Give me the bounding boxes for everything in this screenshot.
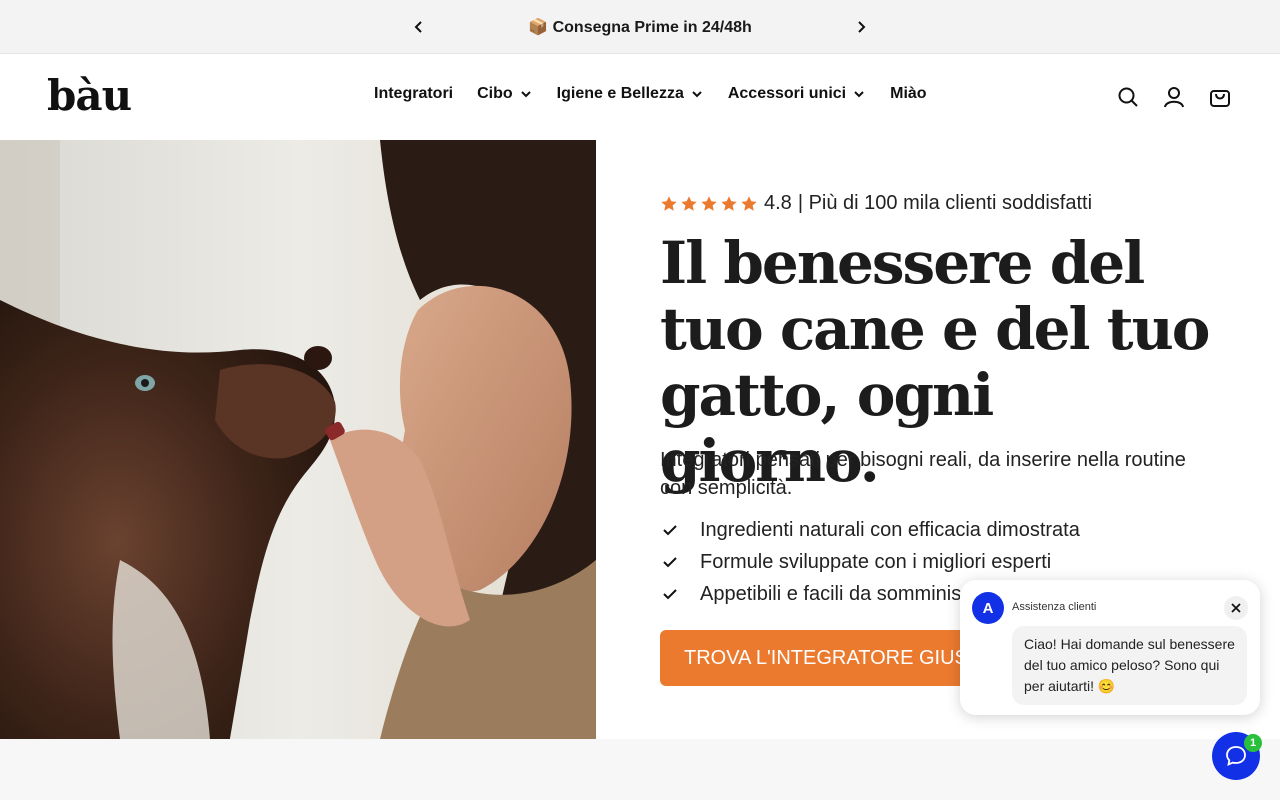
chevron-down-icon bbox=[854, 91, 864, 98]
avatar: A bbox=[972, 592, 1004, 624]
star-icon bbox=[701, 195, 717, 211]
star-icon bbox=[741, 195, 757, 211]
rating-row: 4.8 | Più di 100 mila clienti soddisfatt… bbox=[660, 192, 1092, 215]
nav-item-label: Miào bbox=[890, 85, 927, 102]
announcement-bar: 📦 Consegna Prime in 24/48h bbox=[0, 0, 1280, 54]
cart-icon[interactable] bbox=[1208, 85, 1232, 109]
notification-badge: 1 bbox=[1244, 734, 1262, 752]
nav-item-accessori-unici[interactable]: Accessori unici bbox=[728, 85, 866, 103]
chevron-down-icon bbox=[520, 91, 531, 98]
woman-with-dog-photo bbox=[0, 140, 596, 739]
chevron-left-icon[interactable] bbox=[406, 14, 432, 40]
chat-popup: A Assistenza clienti Ciao! Hai domande s… bbox=[960, 580, 1260, 715]
search-icon[interactable] bbox=[1116, 85, 1140, 109]
nav-item-label: Integratori bbox=[374, 85, 454, 102]
benefit-text: Ingredienti naturali con efficacia dimos… bbox=[700, 518, 1080, 541]
list-item: Ingredienti naturali con efficacia dimos… bbox=[660, 514, 1080, 546]
check-icon bbox=[663, 557, 677, 568]
chat-agent-name: Assistenza clienti bbox=[1012, 601, 1097, 613]
main-nav: Integratori Cibo Igiene e Bellezza Acces… bbox=[374, 85, 927, 103]
chevron-right-icon[interactable] bbox=[848, 14, 874, 40]
list-item: Formule sviluppate con i migliori espert… bbox=[660, 546, 1080, 578]
hero-image bbox=[0, 140, 596, 739]
announcement-message: 📦 Consegna Prime in 24/48h bbox=[528, 19, 752, 36]
chat-message[interactable]: Ciao! Hai domande sul benessere del tuo … bbox=[1012, 626, 1247, 705]
nav-item-integratori[interactable]: Integratori bbox=[374, 85, 453, 103]
benefit-text: Appetibili e facili da somministrare bbox=[700, 582, 1003, 605]
logo[interactable]: bàu bbox=[47, 72, 132, 120]
hero-subheadline: Integratori pensati per bisogni reali, d… bbox=[660, 449, 1186, 499]
nav-item-igiene-e-bellezza[interactable]: Igiene e Bellezza bbox=[557, 85, 704, 103]
benefit-text: Formule sviluppate con i migliori espert… bbox=[700, 550, 1052, 573]
nav-item-label: Igiene e Bellezza bbox=[556, 85, 684, 102]
chevron-down-icon bbox=[692, 91, 702, 98]
star-icon bbox=[681, 195, 697, 211]
rating-text: | Più di 100 mila clienti soddisfatti bbox=[797, 192, 1093, 214]
star-icon bbox=[721, 195, 737, 211]
site-header: bàu Integratori Cibo Igiene e Bellezza A… bbox=[0, 54, 1280, 140]
rating-stars bbox=[660, 195, 758, 213]
nav-item-label: Cibo bbox=[477, 85, 513, 102]
close-icon[interactable] bbox=[1224, 596, 1248, 620]
check-icon bbox=[663, 589, 677, 600]
nav-item-cibo[interactable]: Cibo bbox=[477, 85, 533, 103]
check-icon bbox=[663, 525, 677, 536]
next-section bbox=[0, 739, 1280, 800]
star-icon bbox=[661, 195, 677, 211]
account-icon[interactable] bbox=[1162, 85, 1186, 109]
nav-item-label: Accessori unici bbox=[727, 85, 847, 102]
nav-item-miao[interactable]: Miào bbox=[890, 85, 926, 103]
header-actions bbox=[1116, 85, 1232, 109]
rating-value: 4.8 bbox=[764, 192, 792, 214]
